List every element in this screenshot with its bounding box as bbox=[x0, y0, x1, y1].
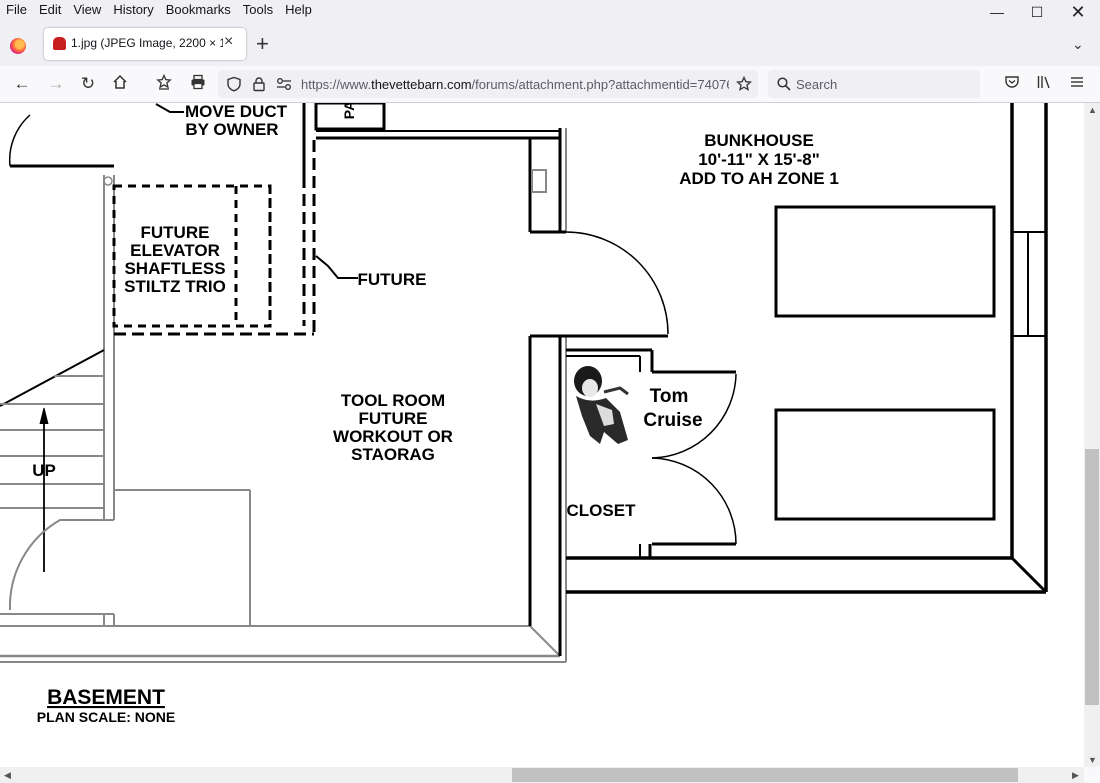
close-window-button[interactable]: ✕ bbox=[1056, 0, 1100, 24]
bookmark-star-icon[interactable] bbox=[736, 76, 752, 92]
tab-image[interactable]: 1.jpg (JPEG Image, 2200 × 1700 × bbox=[44, 28, 246, 60]
permissions-icon[interactable] bbox=[276, 77, 292, 91]
scroll-right-arrow-icon[interactable]: ▶ bbox=[1072, 770, 1079, 781]
bunkhouse-zone: ADD TO AH ZONE 1 bbox=[679, 169, 839, 188]
elevator-label-1: FUTURE bbox=[141, 223, 210, 242]
menu-bookmarks[interactable]: Bookmarks bbox=[160, 0, 237, 20]
printer-icon bbox=[191, 74, 205, 90]
menu-file[interactable]: File bbox=[2, 0, 33, 20]
elevator-label-3: SHAFTLESS bbox=[124, 259, 225, 278]
url-domain: thevettebarn.com bbox=[371, 77, 472, 92]
move-duct-label-1: MOVE DUCT bbox=[185, 103, 288, 121]
menu-bar: File Edit View History Bookmarks Tools H… bbox=[2, 0, 318, 20]
tool-room-label-1: TOOL ROOM bbox=[341, 391, 445, 410]
vertical-scroll-thumb[interactable] bbox=[1085, 449, 1099, 705]
url-text: https://www.thevettebarn.com/forums/atta… bbox=[301, 77, 729, 92]
bunkhouse-dimensions: 10'-11" X 15'-8" bbox=[698, 150, 820, 169]
image-viewport[interactable]: MOVE DUCT BY OWNER BUNKHOUSE 10'-11" X 1… bbox=[0, 103, 1084, 767]
forward-button[interactable]: → bbox=[46, 74, 66, 94]
star-list-icon bbox=[156, 73, 172, 90]
search-bar[interactable]: Search bbox=[768, 70, 980, 98]
menu-help[interactable]: Help bbox=[279, 0, 318, 20]
reload-button[interactable]: ↻ bbox=[78, 74, 98, 94]
elevator-label-4: STILTZ TRIO bbox=[124, 277, 226, 296]
scroll-up-arrow-icon[interactable]: ▲ bbox=[1088, 105, 1097, 115]
pocket-icon bbox=[1005, 76, 1019, 88]
basement-title: BASEMENT bbox=[47, 686, 165, 709]
search-input[interactable]: Search bbox=[796, 77, 837, 92]
hamburger-menu-icon bbox=[1071, 77, 1083, 87]
list-all-tabs-button[interactable]: ⌄ bbox=[1072, 36, 1084, 53]
url-prefix: https://www. bbox=[301, 77, 372, 92]
future-label: FUTURE bbox=[358, 270, 427, 289]
menu-view[interactable]: View bbox=[67, 0, 107, 20]
lock-icon[interactable] bbox=[251, 76, 267, 92]
home-button[interactable] bbox=[110, 74, 130, 94]
pa-label: PA bbox=[341, 103, 357, 119]
back-button[interactable]: ← bbox=[12, 74, 32, 94]
address-bar[interactable]: https://www.thevettebarn.com/forums/atta… bbox=[218, 70, 758, 98]
horizontal-scroll-thumb[interactable] bbox=[512, 768, 1018, 782]
minimize-button[interactable]: — bbox=[975, 0, 1019, 24]
search-icon bbox=[777, 77, 791, 91]
bunkhouse-label: BUNKHOUSE bbox=[704, 131, 814, 150]
library-icon bbox=[1037, 76, 1050, 89]
plan-scale-label: PLAN SCALE: NONE bbox=[37, 709, 175, 725]
tool-room-label-3: WORKOUT OR bbox=[333, 427, 453, 446]
url-path: /forums/attachment.php?attachmentid=7407… bbox=[471, 77, 729, 92]
stair-up-label: UP bbox=[32, 461, 56, 480]
library-button[interactable] bbox=[1034, 74, 1054, 94]
tracking-protection-shield-icon[interactable] bbox=[226, 76, 242, 92]
maximize-button[interactable]: ☐ bbox=[1015, 0, 1059, 24]
pocket-button[interactable] bbox=[1002, 74, 1022, 94]
app-menu-button[interactable] bbox=[1067, 74, 1087, 94]
person-photo bbox=[574, 366, 629, 444]
new-tab-button[interactable]: + bbox=[256, 32, 269, 56]
menu-history[interactable]: History bbox=[107, 0, 159, 20]
tab-close-icon[interactable]: × bbox=[224, 33, 233, 51]
scroll-left-arrow-icon[interactable]: ◀ bbox=[4, 770, 11, 781]
move-duct-label-2: BY OWNER bbox=[185, 120, 278, 139]
tom-label-2: Cruise bbox=[643, 410, 702, 431]
tool-room-label-4: STAORAG bbox=[351, 445, 435, 464]
home-icon bbox=[113, 74, 127, 89]
elevator-label-2: ELEVATOR bbox=[130, 241, 220, 260]
image-favicon-icon bbox=[53, 37, 66, 50]
scroll-down-arrow-icon[interactable]: ▼ bbox=[1088, 755, 1097, 765]
bookmarks-menu-button[interactable] bbox=[154, 73, 174, 94]
menu-edit[interactable]: Edit bbox=[33, 0, 67, 20]
menu-tools[interactable]: Tools bbox=[237, 0, 279, 20]
tool-room-label-2: FUTURE bbox=[359, 409, 428, 428]
firefox-logo-icon[interactable] bbox=[10, 38, 26, 54]
closet-label: CLOSET bbox=[567, 501, 637, 520]
tab-title: 1.jpg (JPEG Image, 2200 × 1700 bbox=[71, 36, 223, 50]
floor-plan-image: MOVE DUCT BY OWNER BUNKHOUSE 10'-11" X 1… bbox=[0, 103, 1048, 725]
tom-label-1: Tom bbox=[650, 386, 689, 407]
print-button[interactable] bbox=[188, 74, 208, 94]
